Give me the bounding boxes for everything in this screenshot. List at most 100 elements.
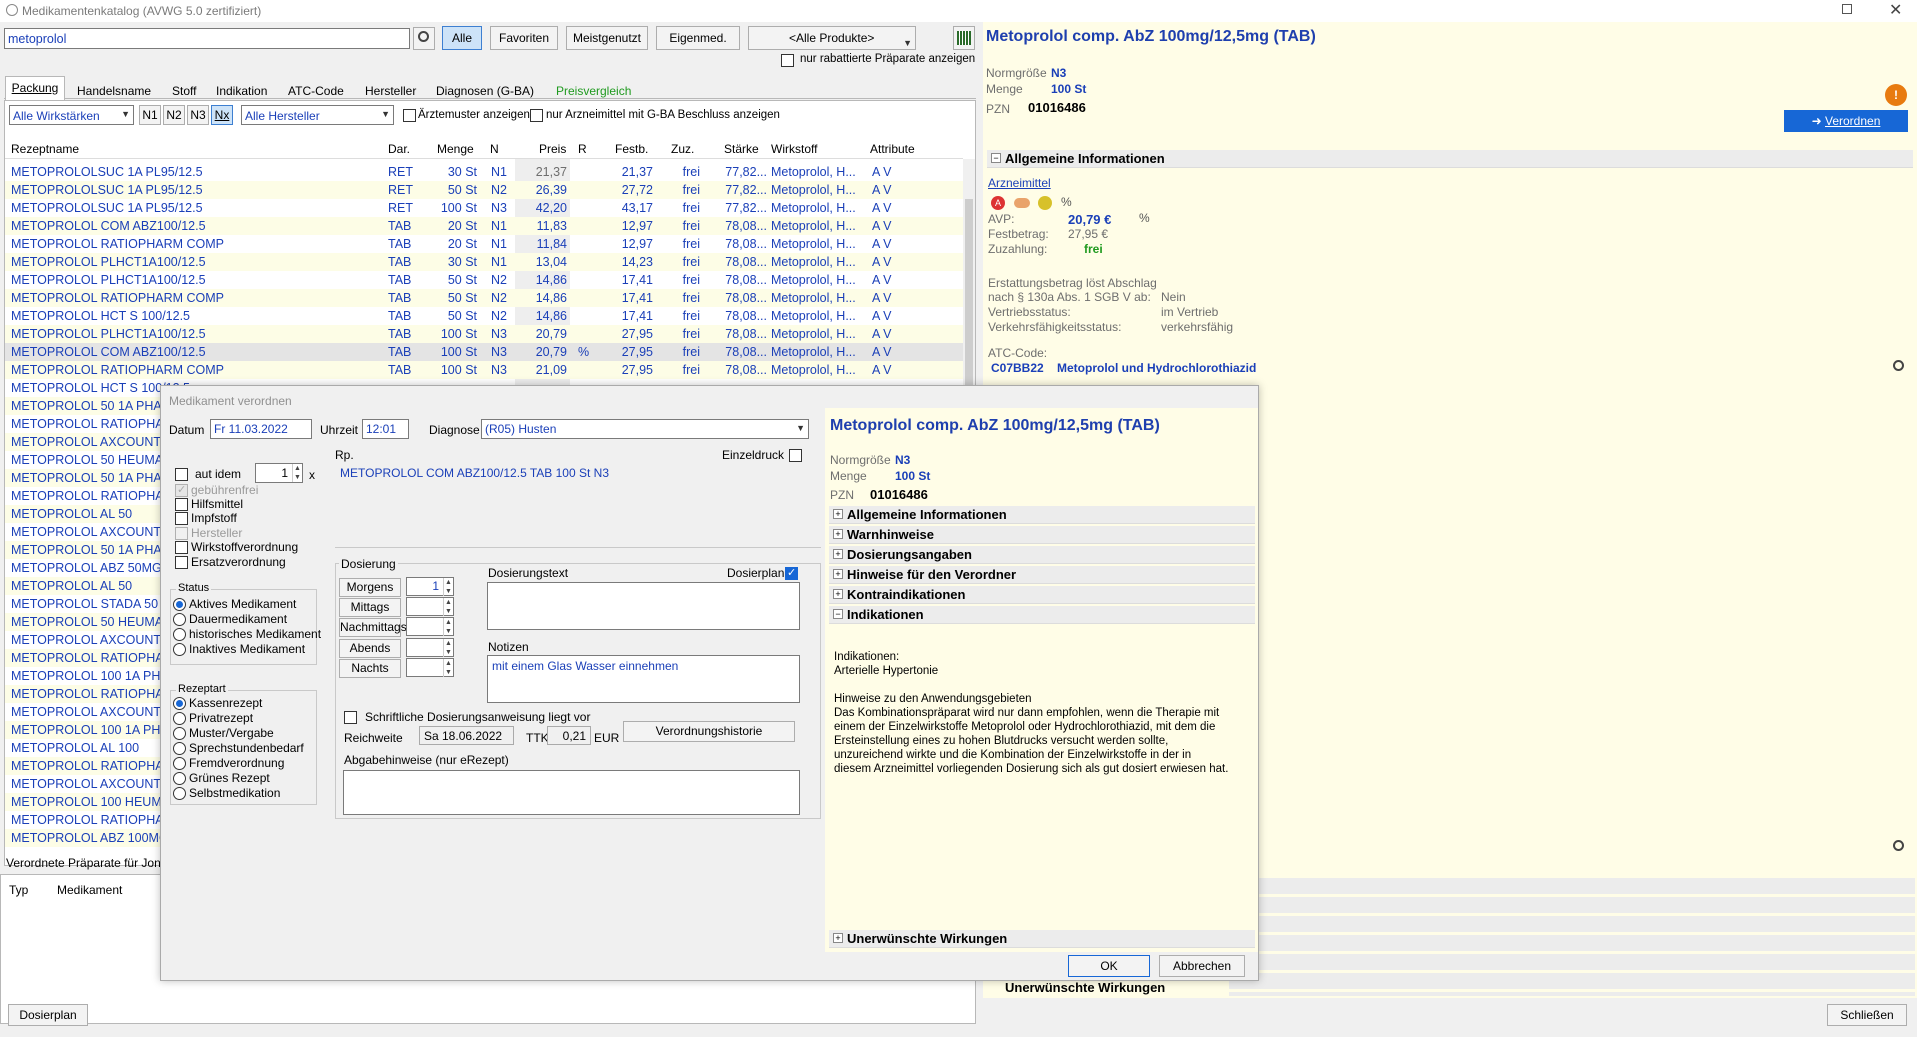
- dose-nachts-input[interactable]: ▲ ▼: [406, 658, 454, 677]
- spinner-icon[interactable]: ▲ ▼: [292, 464, 302, 482]
- spinner-icon[interactable]: ▲ ▼: [443, 639, 453, 657]
- maximize-icon[interactable]: [1842, 4, 1852, 14]
- info-section-kontra[interactable]: + Kontraindikationen: [829, 586, 1255, 604]
- tab-diagnosen[interactable]: Diagnosen (G-BA): [436, 84, 534, 98]
- atc-search-icon[interactable]: [1893, 360, 1904, 371]
- detail-bottom-section[interactable]: Unerwünschte Wirkungen: [1005, 980, 1165, 995]
- product-select[interactable]: <Alle Produkte> ▼: [748, 26, 916, 50]
- col-attribute[interactable]: Attribute: [870, 142, 915, 156]
- col-dar[interactable]: Dar.: [388, 142, 410, 156]
- size-n2-button[interactable]: N2: [163, 105, 185, 125]
- rabatt-checkbox[interactable]: [781, 54, 794, 67]
- col-medikament[interactable]: Medikament: [57, 883, 122, 897]
- status-historisch-radio[interactable]: [173, 628, 186, 641]
- manufacturer-select[interactable]: Alle Hersteller ▼: [241, 105, 394, 125]
- table-row[interactable]: METOPROLOL HCT S 100/12.5 TAB 50 St N2 14,86…: [5, 307, 963, 325]
- tab-stoff[interactable]: Stoff: [172, 84, 196, 98]
- verordnen-button[interactable]: ➜ Verordnen: [1784, 110, 1908, 132]
- col-typ[interactable]: Typ: [9, 883, 28, 897]
- rezeptart-selbst-radio[interactable]: [173, 787, 186, 800]
- arztmuster-checkbox[interactable]: [403, 109, 416, 122]
- dose-nachmittags-input[interactable]: ▲ ▼: [406, 617, 454, 636]
- table-row[interactable]: METOPROLOL RATIOPHARM COMP TAB 50 St N2 14,8…: [5, 289, 963, 307]
- rezeptart-fremd-radio[interactable]: [173, 757, 186, 770]
- status-inaktiv-radio[interactable]: [173, 643, 186, 656]
- dose-nachmittags-button[interactable]: Nachmittags: [339, 618, 407, 637]
- abgabe-input[interactable]: [343, 770, 800, 815]
- filter-eigenmed-button[interactable]: Eigenmed.: [656, 26, 740, 50]
- warning-icon[interactable]: !: [1885, 84, 1907, 106]
- ok-button[interactable]: OK: [1068, 955, 1150, 977]
- table-row[interactable]: METOPROLOL RATIOPHARM COMP TAB 20 St N1 11,8…: [5, 235, 963, 253]
- tab-preisvergleich[interactable]: Preisvergleich: [556, 84, 631, 98]
- table-row[interactable]: METOPROLOLSUC 1A PL95/12.5 RET 50 St N2 26,3…: [5, 181, 963, 199]
- info-section-unerwuenscht[interactable]: + Unerwünschte Wirkungen: [829, 930, 1255, 948]
- dose-mittags-button[interactable]: Mittags: [339, 598, 401, 617]
- col-menge[interactable]: Menge: [437, 142, 474, 156]
- strength-select[interactable]: Alle Wirkstärken ▼: [9, 105, 134, 125]
- tab-indikation[interactable]: Indikation: [216, 84, 267, 98]
- dosierungstext-input[interactable]: [487, 582, 800, 630]
- search-input[interactable]: metoprolol: [4, 28, 410, 49]
- filter-meistgenutzt-button[interactable]: Meistgenutzt: [566, 26, 648, 50]
- filter-favoriten-button[interactable]: Favoriten: [490, 26, 558, 50]
- dosierplan-button[interactable]: Dosierplan: [8, 1004, 88, 1026]
- tab-atc-code[interactable]: ATC-Code: [288, 84, 344, 98]
- col-rezeptname[interactable]: Rezeptname: [11, 142, 79, 156]
- detail-type-link[interactable]: Arzneimittel: [988, 176, 1051, 190]
- dose-abends-input[interactable]: ▲ ▼: [406, 638, 454, 657]
- dose-abends-button[interactable]: Abends: [339, 639, 401, 658]
- schliessen-button[interactable]: Schließen: [1827, 1004, 1907, 1026]
- aut-idem-checkbox[interactable]: [175, 468, 188, 481]
- notizen-input[interactable]: mit einem Glas Wasser einnehmen: [487, 655, 800, 703]
- table-row[interactable]: METOPROLOLSUC 1A PL95/12.5 RET 100 St N3 42,…: [5, 199, 963, 217]
- tab-handelsname[interactable]: Handelsname: [77, 84, 151, 98]
- einzeldruck-checkbox[interactable]: [789, 449, 802, 462]
- search-button[interactable]: [413, 27, 435, 50]
- dosierplan-checkbox[interactable]: [785, 566, 798, 580]
- spinner-icon[interactable]: ▲ ▼: [443, 618, 453, 636]
- table-row[interactable]: METOPROLOL COM ABZ100/12.5 TAB 20 St N1 11,8…: [5, 217, 963, 235]
- table-row[interactable]: METOPROLOL PLHCT1A100/12.5 TAB 50 St N2 14,8…: [5, 271, 963, 289]
- col-preis[interactable]: Preis: [539, 142, 566, 156]
- barcode-button[interactable]: [953, 26, 975, 50]
- status-aktiv-radio[interactable]: [173, 598, 186, 611]
- datum-field[interactable]: Fr 11.03.2022: [210, 419, 312, 439]
- size-n1-button[interactable]: N1: [139, 105, 161, 125]
- atc-name[interactable]: Metoprolol und Hydrochlorothiazid: [1057, 361, 1256, 375]
- rezeptart-sprechstunde-radio[interactable]: [173, 742, 186, 755]
- col-wirkstoff[interactable]: Wirkstoff: [771, 142, 817, 156]
- info-section-dosierung[interactable]: + Dosierungsangaben: [829, 546, 1255, 564]
- table-row[interactable]: METOPROLOL COM ABZ100/12.5 TAB 100 St N3 20,…: [5, 343, 963, 361]
- ersatzverordnung-checkbox[interactable]: [175, 556, 188, 569]
- tab-hersteller[interactable]: Hersteller: [365, 84, 416, 98]
- info-section-indikationen[interactable]: − Indikationen: [829, 606, 1255, 624]
- search-icon[interactable]: [1893, 840, 1904, 851]
- verordnungshistorie-button[interactable]: Verordnungshistorie: [623, 721, 795, 742]
- status-dauer-radio[interactable]: [173, 613, 186, 626]
- info-section-warnhinweise[interactable]: + Warnhinweise: [829, 526, 1255, 544]
- gba-checkbox[interactable]: [530, 109, 543, 122]
- table-row[interactable]: METOPROLOL PLHCT1A100/12.5 TAB 30 St N1 13,0…: [5, 253, 963, 271]
- spinner-icon[interactable]: ▲ ▼: [443, 659, 453, 677]
- dose-morgens-input[interactable]: 1 ▲ ▼: [406, 577, 454, 596]
- impfstoff-checkbox[interactable]: [175, 512, 188, 525]
- table-row[interactable]: METOPROLOLSUC 1A PL95/12.5 RET 30 St N1 21,3…: [5, 163, 963, 181]
- atc-code[interactable]: C07BB22: [991, 361, 1044, 375]
- dose-mittags-input[interactable]: ▲ ▼: [406, 597, 454, 616]
- tab-packung[interactable]: Packung: [5, 76, 65, 100]
- col-r[interactable]: R: [578, 142, 587, 156]
- dose-morgens-button[interactable]: Morgens: [339, 578, 401, 597]
- close-icon[interactable]: ✕: [1889, 0, 1902, 20]
- hilfsmittel-checkbox[interactable]: [175, 498, 188, 511]
- uhrzeit-field[interactable]: 12:01: [362, 419, 409, 439]
- table-row[interactable]: METOPROLOL RATIOPHARM COMP TAB 100 St N3 21,…: [5, 361, 963, 379]
- wirkstoffverordnung-checkbox[interactable]: [175, 541, 188, 554]
- size-n3-button[interactable]: N3: [187, 105, 209, 125]
- filter-alle-button[interactable]: Alle: [442, 26, 482, 50]
- col-staerke[interactable]: Stärke: [724, 142, 759, 156]
- spinner-icon[interactable]: ▲ ▼: [443, 578, 453, 596]
- rezeptart-kasse-radio[interactable]: [173, 697, 186, 710]
- rezeptart-privat-radio[interactable]: [173, 712, 186, 725]
- col-n[interactable]: N: [490, 142, 499, 156]
